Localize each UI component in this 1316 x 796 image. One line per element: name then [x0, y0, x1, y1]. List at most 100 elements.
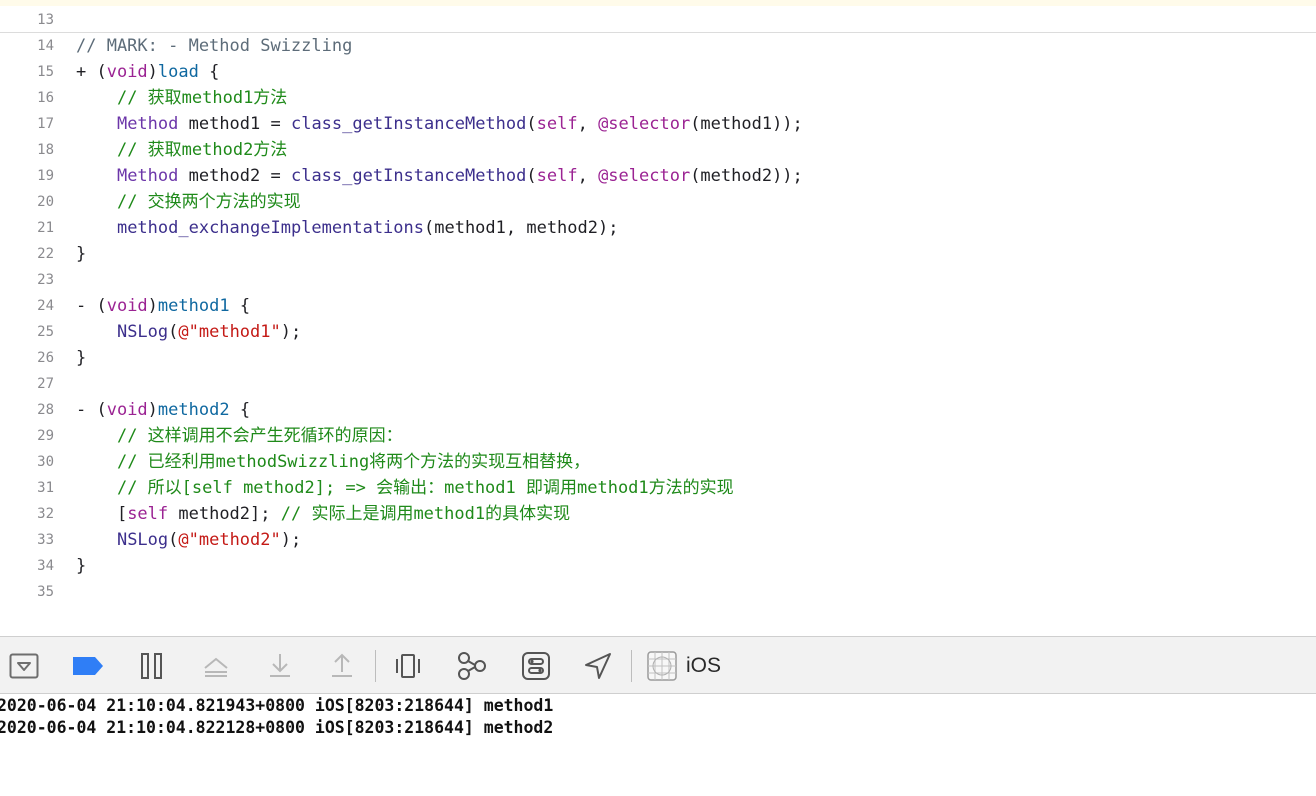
code-token-decl: load — [157, 62, 199, 82]
code-token-plain: } — [76, 556, 87, 576]
memory-graph-button[interactable] — [454, 648, 490, 684]
code-line[interactable]: 21 method_exchangeImplementations(method… — [0, 215, 1316, 241]
code-line[interactable]: 13 — [0, 7, 1316, 33]
code-line[interactable]: 16 // 获取method1方法 — [0, 85, 1316, 111]
breakpoints-toggle-button[interactable] — [70, 648, 106, 684]
code-token-type: Method — [116, 114, 179, 134]
code-token-keyword: void — [106, 400, 148, 420]
code-token-plain: [ — [76, 504, 128, 524]
code-token-plain: { — [198, 62, 220, 82]
code-token-keyword: @selector — [598, 166, 691, 186]
code-line[interactable]: 15 + (void)load { — [0, 59, 1316, 85]
code-token-keyword: self — [536, 166, 578, 186]
step-into-button[interactable] — [262, 648, 298, 684]
code-token-plain: ( — [526, 114, 537, 134]
line-number: 13 — [37, 12, 54, 28]
code-token-decl: method1 — [157, 296, 230, 316]
hide-debug-area-button[interactable] — [6, 648, 42, 684]
code-text: // 已经利用methodSwizzling将两个方法的实现互相替换， — [76, 449, 590, 475]
breakpoints-toggle-icon — [73, 657, 103, 675]
source-editor[interactable]: 13 14// MARK: - Method Swizzling 15 + (void… — [0, 0, 1316, 636]
code-token-plain: ); — [280, 530, 302, 550]
code-token-plain: ( — [168, 322, 179, 342]
step-over-button[interactable] — [198, 648, 234, 684]
code-token-func: class_getInstanceMethod — [290, 166, 527, 186]
code-line[interactable]: 23 — [0, 267, 1316, 293]
toolbar-separator — [631, 650, 632, 682]
code-line[interactable]: 26} — [0, 345, 1316, 371]
code-token-keyword: @selector — [598, 114, 691, 134]
view-hierarchy-button[interactable] — [390, 648, 426, 684]
code-token-plain: method1 = — [178, 114, 291, 134]
code-token-decl: method2 — [157, 400, 230, 420]
code-token-string: @"method2" — [178, 530, 281, 550]
code-line[interactable]: 14 // MARK: - Method Swizzling — [0, 33, 1316, 59]
line-number: 24 — [37, 298, 54, 314]
code-text: Method method2 = class_getInstanceMethod… — [76, 163, 803, 189]
debug-console[interactable]: 2020-06-04 21:10:04.821943+0800 iOS[8203… — [0, 694, 1316, 796]
code-line[interactable]: 27 — [0, 371, 1316, 397]
code-text: - (void)method1 { — [76, 293, 250, 319]
code-token-type: Method — [116, 166, 179, 186]
code-line[interactable]: 33 NSLog(@"method2"); — [0, 527, 1316, 553]
code-text: // 所以[self method2]; => 会输出：method1 即调用m… — [76, 475, 734, 501]
code-token-keyword: void — [106, 296, 148, 316]
code-token-plain: ( — [168, 530, 179, 550]
code-line[interactable]: 19 Method method2 = class_getInstanceMet… — [0, 163, 1316, 189]
step-into-icon — [270, 654, 290, 677]
step-out-button[interactable] — [324, 648, 360, 684]
code-token-comment: // 这样调用不会产生死循环的原因： — [116, 426, 403, 446]
environment-overrides-button[interactable] — [518, 648, 554, 684]
line-number: 19 — [37, 168, 54, 184]
pause-icon — [141, 653, 162, 679]
step-over-icon — [204, 657, 228, 677]
pause-button[interactable] — [134, 648, 170, 684]
line-number: 26 — [37, 350, 54, 366]
code-line[interactable]: 30 // 已经利用methodSwizzling将两个方法的实现互相替换， — [0, 449, 1316, 475]
code-text: + (void)load { — [76, 59, 219, 85]
simulate-location-button[interactable] — [580, 648, 616, 684]
console-log-line: 2020-06-04 21:10:04.821943+0800 iOS[8203… — [0, 696, 554, 715]
code-line[interactable]: 20 // 交换两个方法的实现 — [0, 189, 1316, 215]
line-number: 20 — [37, 194, 54, 210]
view-hierarchy-icon — [396, 654, 420, 678]
code-line[interactable]: 24 - (void)method1 { — [0, 293, 1316, 319]
target-app-icon — [647, 651, 677, 681]
code-token-comment: // 实际上是调用method1的具体实现 — [280, 504, 571, 524]
code-line[interactable]: 22} — [0, 241, 1316, 267]
code-token-plain: ) — [147, 296, 158, 316]
code-token-plain: } — [76, 244, 87, 264]
code-line[interactable]: 34} — [0, 553, 1316, 579]
code-line[interactable]: 17 Method method1 = class_getInstanceMet… — [0, 111, 1316, 137]
code-line[interactable]: 32 [self method2]; // 实际上是调用method1的具体实现 — [0, 501, 1316, 527]
line-number: 25 — [37, 324, 54, 340]
code-line[interactable]: 31 // 所以[self method2]; => 会输出：method1 即… — [0, 475, 1316, 501]
code-token-plain: method2 = — [178, 166, 291, 186]
code-text: - (void)method2 { — [76, 397, 250, 423]
code-line[interactable]: 18 // 获取method2方法 — [0, 137, 1316, 163]
code-token-plain: , — [577, 114, 599, 134]
code-text: [self method2]; // 实际上是调用method1的具体实现 — [76, 501, 570, 527]
code-line[interactable]: 29 // 这样调用不会产生死循环的原因： — [0, 423, 1316, 449]
code-line[interactable]: 28 - (void)method2 { — [0, 397, 1316, 423]
target-app-label[interactable]: iOS — [686, 653, 721, 679]
code-line[interactable]: 35 — [0, 579, 1316, 605]
line-number: 21 — [37, 220, 54, 236]
line-number: 17 — [37, 116, 54, 132]
code-line[interactable]: 25 NSLog(@"method1"); — [0, 319, 1316, 345]
line-number: 33 — [37, 532, 54, 548]
code-text: method_exchangeImplementations(method1, … — [76, 215, 619, 241]
code-token-plain: ) — [147, 62, 158, 82]
code-text: Method method1 = class_getInstanceMethod… — [76, 111, 803, 137]
code-token-comment-gray: // MARK: - Method Swizzling — [76, 36, 353, 56]
code-text: // MARK: - Method Swizzling — [76, 33, 352, 59]
line-number: 23 — [37, 272, 54, 288]
code-text: } — [76, 241, 86, 267]
target-app-button[interactable] — [644, 648, 680, 684]
code-text: } — [76, 345, 86, 371]
